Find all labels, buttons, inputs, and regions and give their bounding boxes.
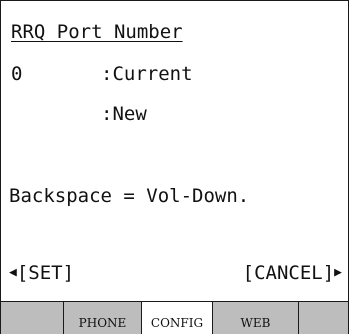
new-label: :New: [101, 103, 147, 125]
triangle-left-icon: ◀: [9, 265, 17, 280]
cancel-softkey-label: [CANCEL]: [242, 262, 335, 284]
tab-config[interactable]: CONFIG: [142, 302, 213, 334]
current-label: :Current: [101, 63, 193, 85]
tab-blank-right[interactable]: [299, 302, 348, 334]
tab-phone[interactable]: PHONE: [64, 302, 142, 334]
tab-web[interactable]: WEB: [213, 302, 299, 334]
port-number-value[interactable]: 0: [11, 63, 22, 85]
tab-bar: PHONE CONFIG WEB: [1, 301, 348, 334]
tab-blank-left[interactable]: [1, 302, 64, 334]
page-title: RRQ Port Number: [11, 21, 183, 43]
set-softkey[interactable]: ◀ [SET]: [9, 262, 74, 284]
set-softkey-label: [SET]: [16, 262, 75, 284]
triangle-right-icon: ▶: [334, 265, 342, 280]
backspace-hint: Backspace = Vol-Down.: [9, 185, 250, 207]
phone-display: RRQ Port Number 0 :Current :New Backspac…: [0, 0, 349, 334]
cancel-softkey[interactable]: [CANCEL] ▶: [243, 262, 342, 284]
